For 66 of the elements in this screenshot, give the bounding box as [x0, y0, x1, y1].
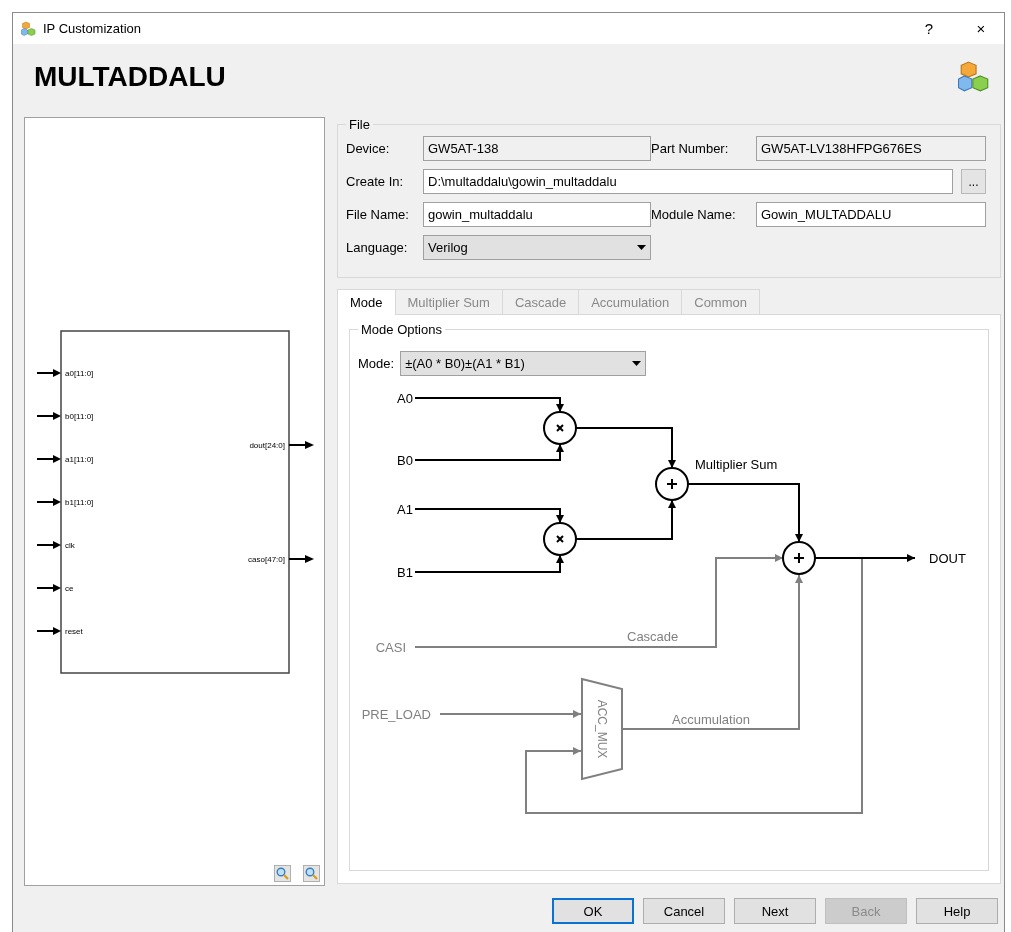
pin-label: b1[11:0]	[65, 498, 94, 507]
signal-label: DOUT	[929, 551, 966, 566]
dialog-button[interactable]: Next	[734, 898, 816, 924]
dialog-button[interactable]: Help	[916, 898, 998, 924]
device-field[interactable]: GW5AT-138	[423, 136, 651, 161]
mux-label: ACC_MUX	[595, 699, 609, 759]
pin-arrow	[36, 541, 61, 549]
pin-arrow	[36, 412, 61, 420]
signal-label: A0	[397, 391, 413, 406]
tab[interactable]: Mode	[337, 289, 396, 315]
zoom-out-button[interactable]	[303, 865, 320, 882]
part-number-field[interactable]: GW5AT-LV138HFPG676ES	[756, 136, 986, 161]
pin-label: b0[11:0]	[65, 412, 94, 421]
zoom-in-button[interactable]	[274, 865, 291, 882]
signal-label: Cascade	[627, 629, 679, 644]
close-button[interactable]: ×	[958, 13, 1004, 44]
add-node	[782, 541, 816, 575]
help-button[interactable]: ?	[906, 13, 952, 44]
pin-arrow	[36, 584, 61, 592]
caret-icon	[632, 361, 642, 366]
signal-label: Multiplier Sum	[695, 457, 778, 472]
field-label: Create In:	[346, 174, 405, 189]
signal-label: Accumulation	[672, 712, 751, 727]
pin-label: clk	[65, 541, 75, 550]
window-title: IP Customization	[43, 21, 143, 36]
group-title: Mode Options	[360, 322, 443, 337]
path-field[interactable]: D:\multaddalu\gowin_multaddalu	[423, 169, 953, 194]
signal-label: CASI	[375, 640, 406, 655]
signal-label: A1	[397, 502, 413, 517]
caret-icon	[637, 245, 646, 250]
signal-label: B1	[397, 565, 413, 580]
pin-arrow	[36, 455, 61, 463]
pin-label: a0[11:0]	[65, 369, 94, 378]
language-dropdown[interactable]: Verilog	[423, 235, 651, 260]
dialog-button[interactable]: OK	[552, 898, 634, 924]
page-title: MULTADDALU	[34, 61, 227, 93]
zoom-icon	[276, 867, 289, 880]
field-label: Mode:	[358, 356, 395, 371]
field-label: Part Number:	[651, 141, 730, 156]
dialog-button[interactable]: Cancel	[643, 898, 725, 924]
pin-arrow	[36, 498, 61, 506]
pin-label: caso[47:0]	[248, 555, 285, 564]
browse-button[interactable]: ...	[961, 169, 986, 194]
field-label: File Name:	[346, 207, 410, 222]
field-label: Module Name:	[651, 207, 737, 222]
pin-arrow	[288, 441, 314, 449]
zoom-icon	[305, 867, 318, 880]
group-title: File	[348, 117, 371, 132]
module-name-field[interactable]: Gowin_MULTADDALU	[756, 202, 986, 227]
multiply-node	[543, 411, 577, 445]
pin-label: reset	[65, 627, 83, 636]
signal-label: PRE_LOAD	[361, 707, 431, 722]
pin-arrow	[36, 369, 61, 377]
pin-label: a1[11:0]	[65, 455, 94, 464]
pin-arrow	[288, 555, 314, 563]
pin-label: ce	[65, 584, 74, 593]
file-name-field[interactable]: gowin_multaddalu	[423, 202, 651, 227]
mode-dropdown[interactable]: ±(A0 * B0)±(A1 * B1)	[400, 351, 647, 376]
field-label: Language:	[346, 240, 409, 255]
field-label: Device:	[346, 141, 391, 156]
pin-label: dout[24:0]	[249, 441, 285, 450]
pin-arrow	[36, 627, 61, 635]
cubes-icon	[21, 20, 37, 37]
multiply-node	[543, 522, 577, 556]
add-node	[655, 467, 689, 501]
signal-label: B0	[397, 453, 413, 468]
